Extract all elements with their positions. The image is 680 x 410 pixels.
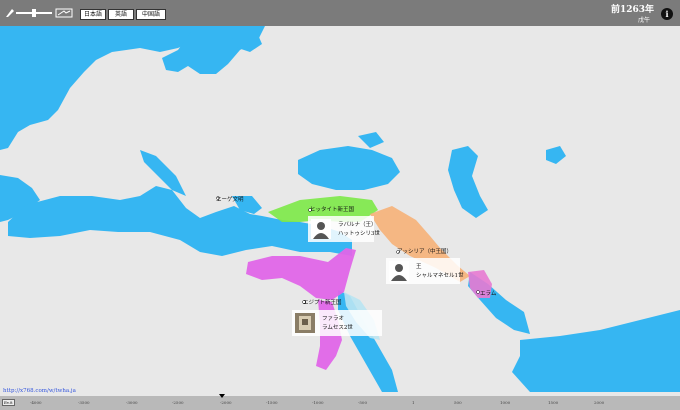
map-label-hittite[interactable]: ヒッタイト新王国 [310, 205, 354, 213]
lang-button-english[interactable]: 英語 [108, 9, 134, 20]
timeline-tick: -500 [358, 400, 367, 405]
timeline-tick: 500 [454, 400, 462, 405]
timeline-tick: 2000 [594, 400, 605, 405]
lang-button-japanese[interactable]: 日本語 [80, 9, 106, 20]
zoom-slider[interactable] [6, 8, 74, 18]
person-icon [311, 219, 331, 239]
top-toolbar: 日本語 英語 中国語 前1263年 戊午 i [0, 0, 680, 26]
timeline-bar[interactable]: Ev.8 -4000 -3500 -3000 -2500 -2000 -1500… [0, 396, 680, 410]
timeline-tick: -4000 [30, 400, 42, 405]
ruler-card-egypt[interactable]: ファラオ ラムセス2世 [292, 310, 382, 336]
info-icon[interactable]: i [661, 8, 673, 20]
map-label-assyria[interactable]: アッシリア（中王国） [397, 247, 452, 255]
ruler-title: ファラオ [322, 316, 345, 322]
map-label-egypt[interactable]: エジプト新王国 [303, 298, 342, 306]
ruler-name: ラムセス2世 [322, 325, 353, 331]
current-year: 前1263年 [610, 5, 654, 15]
pharaoh-portrait-icon [295, 313, 315, 333]
ruler-title: ラバルナ（王） [338, 222, 377, 228]
map-label-aegean[interactable]: エーゲ文明 [216, 195, 244, 203]
ruler-name: シャルマネセル1世 [416, 273, 464, 279]
timeline-tick: 1500 [548, 400, 559, 405]
person-icon [389, 261, 409, 281]
timeline-tick: -3000 [126, 400, 138, 405]
timeline-tick: -3500 [78, 400, 90, 405]
timeline-badge: Ev.8 [2, 399, 15, 406]
map-label-elam[interactable]: エラム [480, 289, 496, 297]
lang-button-chinese[interactable]: 中国語 [136, 9, 166, 20]
ruler-title: 王 [416, 264, 422, 270]
ruler-name: ハットゥシリ3世 [338, 231, 380, 237]
timeline-tick: 1 [412, 400, 415, 405]
timeline-tick: -2000 [220, 400, 232, 405]
timeline-tick: -2500 [172, 400, 184, 405]
ruler-card-assyria[interactable]: 王 シャルマネセル1世 [386, 258, 464, 284]
sexagenary-year: 戊午 [637, 17, 650, 24]
ruler-card-hittite[interactable]: ラバルナ（王） ハットゥシリ3世 [308, 216, 380, 242]
timeline-tick: 1000 [500, 400, 511, 405]
timeline-current-marker[interactable] [219, 394, 225, 398]
timeline-tick: -1000 [312, 400, 324, 405]
source-url[interactable]: http://x768.com/w/twha.ja [3, 388, 76, 394]
timeline-tick: -1500 [266, 400, 278, 405]
